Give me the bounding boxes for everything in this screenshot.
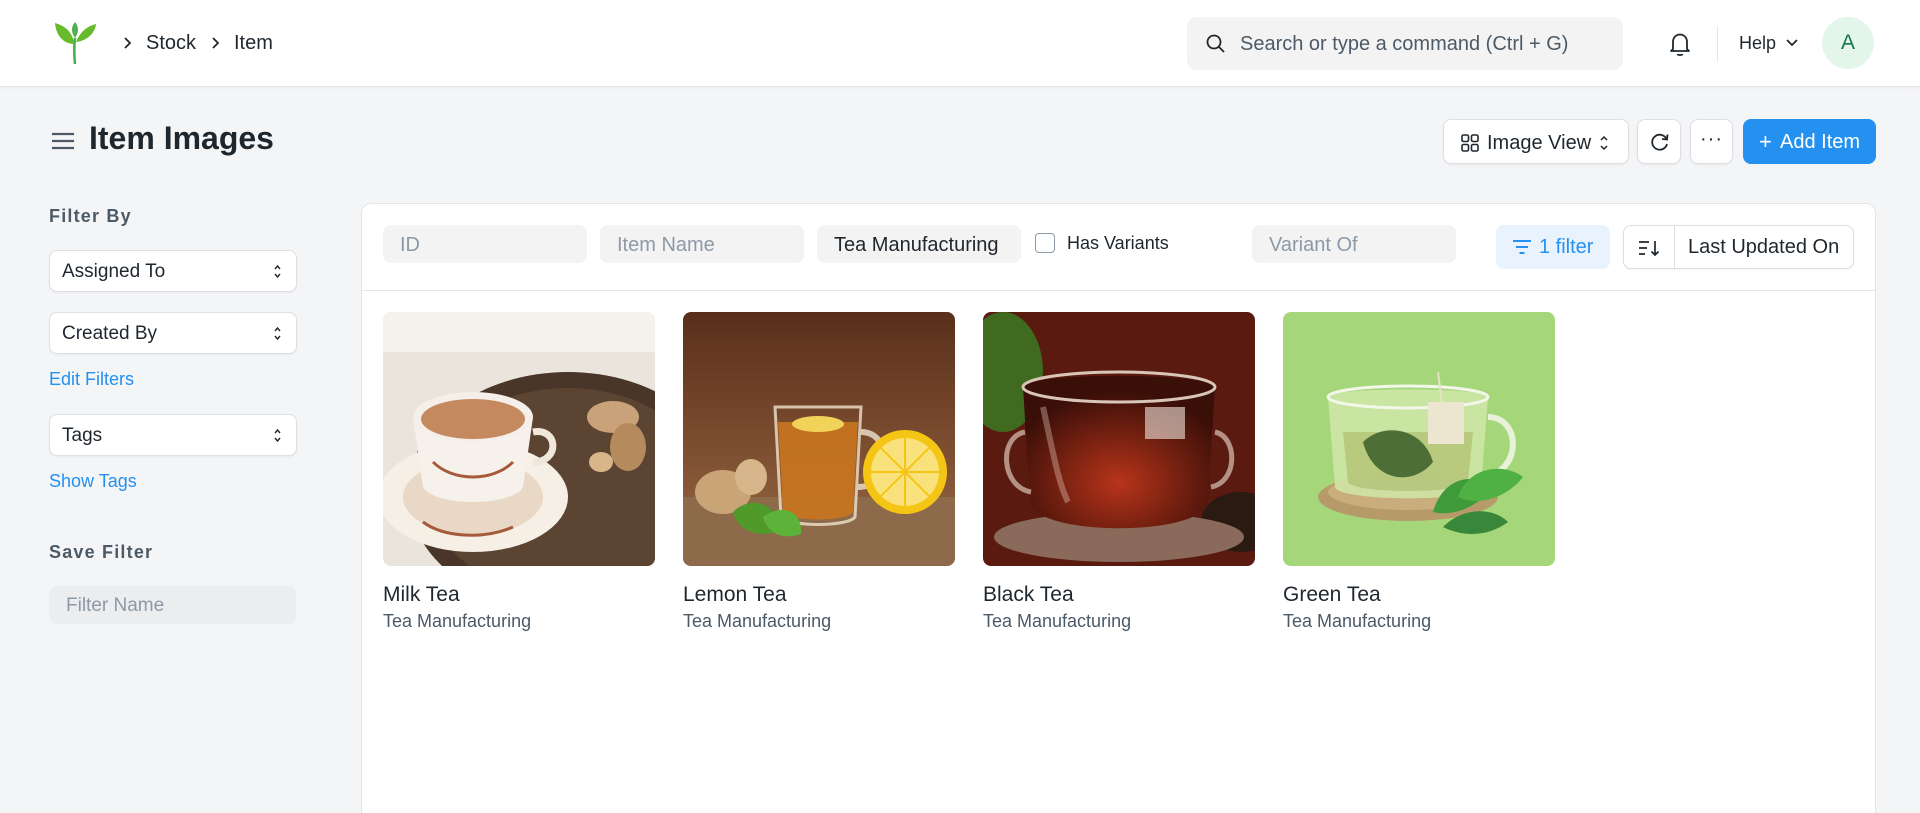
item-group: Tea Manufacturing: [683, 611, 832, 631]
add-item-button[interactable]: + Add Item: [1743, 119, 1876, 164]
has-variants-label: Has Variants: [1067, 233, 1169, 253]
filter-name-input[interactable]: Filter Name: [49, 586, 296, 624]
item-group-value: Tea Manufacturing: [834, 234, 999, 256]
avatar[interactable]: A: [1822, 17, 1874, 69]
ellipsis-icon: ···: [1700, 128, 1723, 150]
id-filter-input[interactable]: ID: [383, 225, 587, 263]
id-placeholder: ID: [400, 234, 420, 256]
item-name[interactable]: Lemon Tea: [683, 583, 787, 607]
search-icon: [1206, 34, 1225, 53]
view-switcher-label: Image View: [1487, 132, 1592, 154]
page-title: Item Images: [89, 120, 274, 156]
refresh-button[interactable]: [1637, 119, 1681, 164]
plus-icon: +: [1759, 129, 1772, 154]
item-name[interactable]: Black Tea: [983, 583, 1074, 607]
edit-filters-link[interactable]: Edit Filters: [49, 369, 134, 390]
tags-label: Tags: [62, 425, 103, 446]
sort-field-label[interactable]: Last Updated On: [1688, 236, 1839, 259]
item-group: Tea Manufacturing: [383, 611, 532, 631]
item-group-filter-input[interactable]: Tea Manufacturing: [817, 225, 1021, 263]
has-variants-checkbox[interactable]: [1035, 233, 1055, 253]
item-card[interactable]: Milk Tea Tea Manufacturing: [383, 312, 655, 631]
sidebar-toggle-icon[interactable]: [51, 131, 75, 151]
search-placeholder: Search or type a command (Ctrl + G): [1240, 33, 1569, 55]
app-logo-icon[interactable]: [52, 20, 98, 66]
variant-of-placeholder: Variant Of: [1269, 234, 1358, 256]
grid-icon: [1461, 134, 1479, 152]
filter-name-placeholder: Filter Name: [66, 595, 165, 616]
add-item-label: Add Item: [1780, 131, 1861, 153]
variant-of-filter-input[interactable]: Variant Of: [1252, 225, 1456, 263]
select-arrows-icon: [274, 264, 281, 279]
sort-order-icon[interactable]: [1638, 238, 1660, 258]
view-switcher-button[interactable]: Image View: [1443, 119, 1629, 164]
item-name-placeholder: Item Name: [617, 234, 715, 256]
tags-filter[interactable]: Tags: [49, 414, 297, 456]
item-name[interactable]: Green Tea: [1283, 583, 1381, 607]
chevron-right-icon: [124, 37, 132, 49]
assigned-to-filter[interactable]: Assigned To: [49, 250, 297, 292]
refresh-icon: [1651, 133, 1669, 151]
more-actions-button[interactable]: ···: [1690, 119, 1733, 164]
item-card[interactable]: Green Tea Tea Manufacturing: [1283, 312, 1555, 631]
sort-divider: [1674, 226, 1675, 268]
breadcrumb-stock[interactable]: Stock: [146, 32, 196, 55]
item-group: Tea Manufacturing: [983, 611, 1132, 631]
show-tags-link[interactable]: Show Tags: [49, 471, 137, 492]
filter-button[interactable]: 1 filter: [1496, 225, 1610, 269]
item-image-green-tea[interactable]: [1283, 312, 1555, 566]
filter-by-heading: Filter By: [49, 206, 132, 226]
breadcrumb-item[interactable]: Item: [234, 32, 273, 55]
save-filter-heading: Save Filter: [49, 542, 154, 562]
select-arrows-icon: [274, 428, 281, 443]
item-card[interactable]: Lemon Tea Tea Manufacturing: [683, 312, 955, 631]
navbar: Stock Item Search or type a command (Ctr…: [0, 0, 1920, 87]
image-view-panel: ID Item Name Tea Manufacturing Has Varia…: [361, 203, 1876, 813]
assigned-to-label: Assigned To: [62, 261, 166, 282]
created-by-filter[interactable]: Created By: [49, 312, 297, 354]
item-image-black-tea[interactable]: [983, 312, 1255, 566]
navbar-divider: [1717, 26, 1718, 62]
filter-count-label: 1 filter: [1539, 236, 1594, 258]
sort-selector[interactable]: Last Updated On: [1623, 225, 1854, 269]
notification-bell-icon[interactable]: [1667, 30, 1693, 58]
select-arrows-icon: [274, 326, 281, 341]
item-image-milk-tea[interactable]: [383, 312, 655, 566]
item-group: Tea Manufacturing: [1283, 611, 1432, 631]
item-card[interactable]: Black Tea Tea Manufacturing: [983, 312, 1255, 631]
created-by-label: Created By: [62, 323, 158, 344]
item-image-lemon-tea[interactable]: [683, 312, 955, 566]
filter-icon: [1513, 240, 1531, 254]
search-bar[interactable]: Search or type a command (Ctrl + G): [1187, 17, 1623, 70]
chevron-right-icon: [212, 37, 220, 49]
item-name[interactable]: Milk Tea: [383, 583, 460, 607]
select-arrows-icon: [1600, 135, 1608, 151]
chevron-down-icon[interactable]: [1785, 38, 1799, 48]
item-name-filter-input[interactable]: Item Name: [600, 225, 804, 263]
filter-bar-divider: [362, 290, 1875, 291]
help-menu[interactable]: Help: [1739, 33, 1776, 54]
